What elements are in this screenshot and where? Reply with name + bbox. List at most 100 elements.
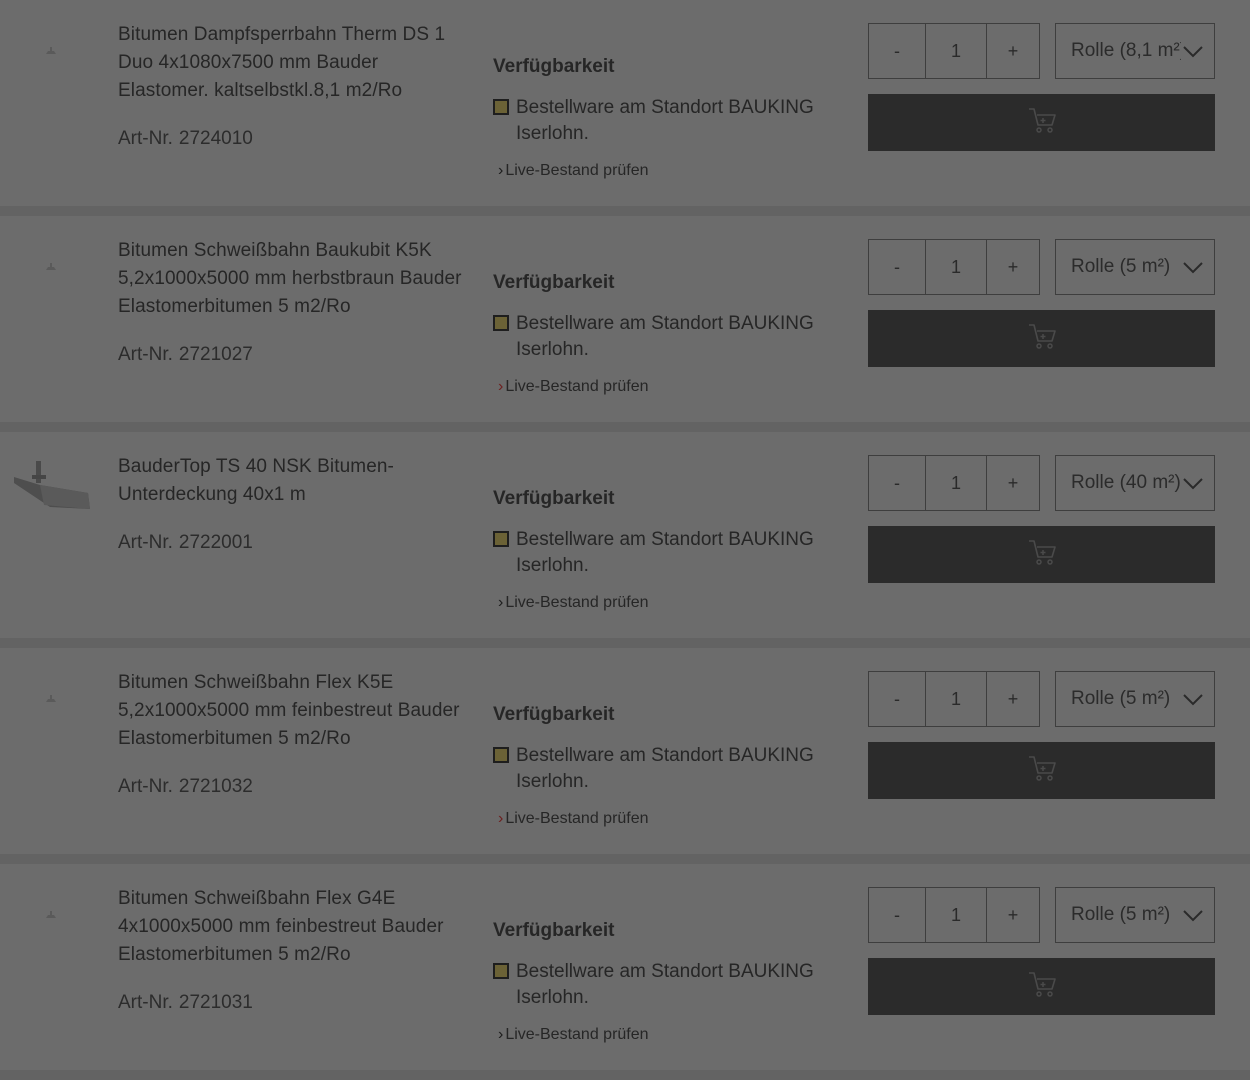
row-divider [0,422,1250,432]
live-stock-link[interactable]: › Live-Bestand prüfen [498,161,649,181]
article-number: Art-Nr. 2722001 [118,531,253,555]
chevron-right-icon: › [498,378,504,395]
availability-text: Bestellware am Standort BAUKING Iserlohn… [516,961,814,1008]
unit-select[interactable]: Rolle (40 m²) [1055,455,1215,511]
product-name[interactable]: Bitumen Schweißbahn Flex K5E 5,2x1000x50… [118,669,470,753]
article-number-value: 2721032 [178,776,253,797]
cart-icon [1027,754,1057,787]
availability-heading: Verfügbarkeit [493,56,615,77]
add-to-cart-button[interactable] [868,526,1215,583]
live-stock-link-label: Live-Bestand prüfen [505,594,649,611]
quantity-stepper: - 1 + [868,671,1040,727]
live-stock-link[interactable]: › Live-Bestand prüfen [498,809,649,829]
unit-select[interactable]: Rolle (5 m²) [1055,671,1215,727]
quantity-input[interactable]: 1 [926,888,987,942]
status-indicator-icon [493,315,509,331]
product-image[interactable] [44,908,58,920]
availability-heading: Verfügbarkeit [493,272,615,293]
product-image[interactable] [10,455,94,515]
row-divider [0,638,1250,648]
product-name[interactable]: Bitumen Dampfsperrbahn Therm DS 1 Duo 4x… [118,21,470,105]
article-number-value: 2721031 [178,992,253,1013]
cart-icon [1027,538,1057,571]
unit-select-value: Rolle (8,1 m²) [1071,40,1181,61]
article-number: Art-Nr. 2721031 [118,991,253,1015]
quantity-input[interactable]: 1 [926,456,987,510]
unit-select[interactable]: Rolle (8,1 m²) [1055,23,1215,79]
live-stock-link[interactable]: › Live-Bestand prüfen [498,593,649,613]
chevron-right-icon: › [498,1026,504,1043]
article-number: Art-Nr. 2724010 [118,127,253,151]
live-stock-link-label: Live-Bestand prüfen [505,378,649,395]
quantity-increase-button[interactable]: + [987,456,1039,510]
live-stock-link-label: Live-Bestand prüfen [505,162,649,179]
quantity-decrease-button[interactable]: - [869,888,926,942]
chevron-down-icon [1182,904,1204,926]
product-image[interactable] [44,260,58,272]
quantity-decrease-button[interactable]: - [869,24,926,78]
quantity-input[interactable]: 1 [926,24,987,78]
quantity-decrease-button[interactable]: - [869,672,926,726]
unit-select-value: Rolle (5 m²) [1071,688,1171,709]
chevron-down-icon [1182,688,1204,710]
product-image[interactable] [44,44,58,56]
article-number: Art-Nr. 2721027 [118,343,253,367]
chevron-down-icon [1182,256,1204,278]
quantity-stepper: - 1 + [868,23,1040,79]
add-to-cart-button[interactable] [868,94,1215,151]
add-to-cart-button[interactable] [868,958,1215,1015]
availability-text: Bestellware am Standort BAUKING Iserlohn… [516,97,814,144]
chevron-down-icon [1182,40,1204,62]
row-divider [0,1070,1250,1080]
unit-select[interactable]: Rolle (5 m²) [1055,239,1215,295]
article-number: Art-Nr. 2721032 [118,775,253,799]
quantity-increase-button[interactable]: + [987,672,1039,726]
unit-select-value: Rolle (40 m²) [1071,472,1181,493]
article-number-label: Art-Nr. [118,128,173,149]
product-name[interactable]: Bitumen Schweißbahn Flex G4E 4x1000x5000… [118,885,470,969]
product-name[interactable]: Bitumen Schweißbahn Baukubit K5K 5,2x100… [118,237,470,321]
add-to-cart-button[interactable] [868,742,1215,799]
unit-select-value: Rolle (5 m²) [1071,904,1171,925]
chevron-right-icon: › [498,810,504,827]
article-number-value: 2724010 [178,128,253,149]
quantity-stepper: - 1 + [868,455,1040,511]
article-number-value: 2722001 [178,532,253,553]
availability-text: Bestellware am Standort BAUKING Iserlohn… [516,313,814,360]
product-list: Bitumen Dampfsperrbahn Therm DS 1 Duo 4x… [0,0,1250,1080]
cart-icon [1027,970,1057,1003]
live-stock-link-label: Live-Bestand prüfen [505,1026,649,1043]
quantity-decrease-button[interactable]: - [869,240,926,294]
product-image[interactable] [44,692,58,704]
live-stock-link[interactable]: › Live-Bestand prüfen [498,1025,649,1045]
live-stock-link[interactable]: › Live-Bestand prüfen [498,377,649,397]
chevron-right-icon: › [498,162,504,179]
article-number-label: Art-Nr. [118,992,173,1013]
article-number-value: 2721027 [178,344,253,365]
unit-select[interactable]: Rolle (5 m²) [1055,887,1215,943]
quantity-increase-button[interactable]: + [987,24,1039,78]
status-indicator-icon [493,531,509,547]
status-indicator-icon [493,963,509,979]
quantity-decrease-button[interactable]: - [869,456,926,510]
availability-text: Bestellware am Standort BAUKING Iserlohn… [516,529,814,576]
quantity-stepper: - 1 + [868,239,1040,295]
quantity-stepper: - 1 + [868,887,1040,943]
add-to-cart-button[interactable] [868,310,1215,367]
availability-heading: Verfügbarkeit [493,920,615,941]
quantity-input[interactable]: 1 [926,672,987,726]
row-divider [0,206,1250,216]
chevron-down-icon [1182,472,1204,494]
row-divider [0,854,1250,864]
article-number-label: Art-Nr. [118,776,173,797]
quantity-input[interactable]: 1 [926,240,987,294]
quantity-increase-button[interactable]: + [987,888,1039,942]
availability-heading: Verfügbarkeit [493,488,615,509]
unit-select-value: Rolle (5 m²) [1071,256,1171,277]
status-indicator-icon [493,99,509,115]
product-name[interactable]: BauderTop TS 40 NSK Bitumen-Unterdeckung… [118,453,470,509]
chevron-right-icon: › [498,594,504,611]
cart-icon [1027,106,1057,139]
availability-text: Bestellware am Standort BAUKING Iserlohn… [516,745,814,792]
quantity-increase-button[interactable]: + [987,240,1039,294]
